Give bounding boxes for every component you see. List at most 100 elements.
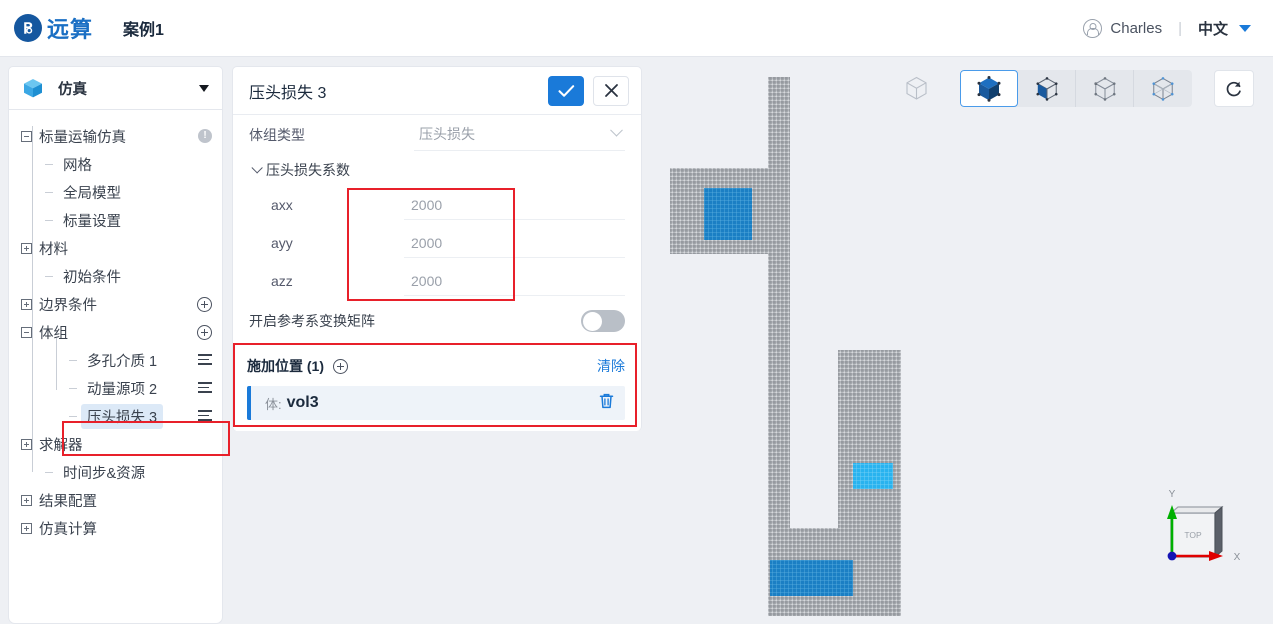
tree-branch-icon[interactable] bbox=[45, 467, 56, 478]
chevron-down-icon[interactable] bbox=[199, 85, 209, 92]
expand-icon[interactable] bbox=[21, 439, 32, 450]
item-menu-icon[interactable] bbox=[198, 410, 212, 422]
panel-form: 体组类型 压头损失 压头损失系数 axx2000ayy2000azz2000 开… bbox=[233, 115, 641, 342]
tree-branch-icon[interactable] bbox=[69, 355, 80, 366]
tree-branch-icon[interactable] bbox=[45, 187, 56, 198]
coefficient-label: azz bbox=[249, 273, 404, 289]
tree-item-label: 全局模型 bbox=[63, 182, 121, 203]
coefficient-group-header[interactable]: 压头损失系数 bbox=[249, 154, 625, 186]
volume-group-type-value: 压头损失 bbox=[419, 124, 475, 144]
3d-viewport[interactable]: TOP Y X bbox=[648, 60, 1273, 616]
volume-group-type-select[interactable]: 压头损失 bbox=[414, 119, 625, 151]
warning-glyph: ! bbox=[198, 129, 212, 143]
reference-frame-toggle[interactable] bbox=[581, 310, 625, 332]
chevron-down-icon[interactable] bbox=[1239, 25, 1251, 32]
gizmo-y-label: Y bbox=[1169, 489, 1176, 500]
tree-branch-icon[interactable] bbox=[45, 159, 56, 170]
tree-item[interactable]: 全局模型 bbox=[9, 178, 222, 206]
reference-frame-switch-label: 开启参考系变换矩阵 bbox=[249, 311, 375, 331]
tree-item-label: 多孔介质 1 bbox=[87, 350, 157, 371]
tree-item[interactable]: 标量设置 bbox=[9, 206, 222, 234]
tree-item[interactable]: 标量运输仿真! bbox=[9, 122, 222, 150]
item-menu-icon[interactable] bbox=[198, 354, 212, 366]
coefficient-label: axx bbox=[249, 197, 404, 213]
tree-item[interactable]: 材料 bbox=[9, 234, 222, 262]
apply-location-section: 施加位置 (1) 清除 体: vol3 bbox=[236, 345, 636, 431]
tree-item[interactable]: 求解器 bbox=[9, 430, 222, 458]
user-avatar-icon[interactable] bbox=[1083, 19, 1102, 38]
tree-item-label: 标量运输仿真 bbox=[39, 126, 126, 147]
tree-item-label: 材料 bbox=[39, 238, 68, 259]
panel-header: 压头损失 3 bbox=[233, 67, 641, 115]
tree-branch-icon[interactable] bbox=[69, 411, 80, 422]
coefficient-row: azz2000 bbox=[249, 262, 625, 300]
tree-item[interactable]: 仿真计算 bbox=[9, 514, 222, 542]
coefficient-row: axx2000 bbox=[249, 186, 625, 224]
volume-group-type-row: 体组类型 压头损失 bbox=[249, 115, 625, 154]
tree-branch-icon[interactable] bbox=[45, 271, 56, 282]
chevron-down-icon bbox=[610, 123, 623, 136]
case-title: 案例1 bbox=[123, 16, 164, 40]
location-item-value: vol3 bbox=[287, 394, 319, 412]
tree-item[interactable]: 多孔介质 1 bbox=[9, 346, 222, 374]
confirm-button[interactable] bbox=[548, 76, 584, 106]
warning-icon[interactable]: ! bbox=[198, 129, 212, 143]
tree-item-label: 求解器 bbox=[39, 434, 83, 455]
tree-item-label: 边界条件 bbox=[39, 294, 97, 315]
app-header: 远算 案例1 Charles | 中文 bbox=[0, 0, 1273, 57]
tree-item[interactable]: 压头损失 3 bbox=[9, 402, 222, 430]
apply-location-title: 施加位置 (1) bbox=[247, 356, 324, 376]
tree-item[interactable]: 网格 bbox=[9, 150, 222, 178]
plus-circle-icon bbox=[197, 325, 212, 340]
sidebar-header[interactable]: 仿真 bbox=[8, 66, 223, 110]
chevron-down-icon bbox=[251, 162, 262, 173]
expand-icon[interactable] bbox=[21, 299, 32, 310]
expand-icon[interactable] bbox=[21, 523, 32, 534]
logo[interactable]: 远算 bbox=[14, 12, 93, 44]
gizmo-x-label: X bbox=[1234, 552, 1241, 563]
header-separator: | bbox=[1178, 20, 1182, 37]
axis-orientation-gizmo[interactable]: TOP Y X bbox=[1145, 485, 1245, 580]
coefficient-input[interactable]: 2000 bbox=[404, 190, 625, 220]
tree-branch-icon[interactable] bbox=[69, 383, 80, 394]
tree-item[interactable]: 体组 bbox=[9, 318, 222, 346]
plus-circle-icon bbox=[197, 297, 212, 312]
tree-item[interactable]: 动量源项 2 bbox=[9, 374, 222, 402]
tree-branch-icon[interactable] bbox=[45, 215, 56, 226]
tree-item-label: 仿真计算 bbox=[39, 518, 97, 539]
delete-location-icon[interactable] bbox=[598, 392, 615, 415]
clear-locations-button[interactable]: 清除 bbox=[597, 356, 625, 376]
list-lines-icon bbox=[198, 410, 212, 422]
expand-icon[interactable] bbox=[21, 243, 32, 254]
close-icon bbox=[604, 83, 619, 98]
check-icon bbox=[558, 84, 575, 98]
tree-item-label: 标量设置 bbox=[63, 210, 121, 231]
tree-item[interactable]: 时间步&资源 bbox=[9, 458, 222, 486]
sidebar-tree: 标量运输仿真!网格全局模型标量设置材料初始条件边界条件体组多孔介质 1动量源项 … bbox=[8, 110, 223, 624]
item-menu-icon[interactable] bbox=[198, 382, 212, 394]
tree-item[interactable]: 结果配置 bbox=[9, 486, 222, 514]
collapse-icon[interactable] bbox=[21, 131, 32, 142]
location-item[interactable]: 体: vol3 bbox=[247, 386, 625, 420]
expand-icon[interactable] bbox=[21, 495, 32, 506]
sidebar-header-label: 仿真 bbox=[58, 78, 87, 99]
add-location-icon[interactable] bbox=[333, 359, 348, 374]
tree-item-label: 体组 bbox=[39, 322, 68, 343]
tree-item-label: 结果配置 bbox=[39, 490, 97, 511]
tree-item[interactable]: 初始条件 bbox=[9, 262, 222, 290]
tree-item[interactable]: 边界条件 bbox=[9, 290, 222, 318]
coefficient-input[interactable]: 2000 bbox=[404, 228, 625, 258]
add-item-icon[interactable] bbox=[197, 325, 212, 340]
collapse-icon[interactable] bbox=[21, 327, 32, 338]
close-button[interactable] bbox=[593, 76, 629, 106]
coefficient-group-label: 压头损失系数 bbox=[266, 160, 350, 180]
location-item-key: 体: bbox=[265, 394, 282, 413]
list-lines-icon bbox=[198, 382, 212, 394]
coefficient-input[interactable]: 2000 bbox=[404, 266, 625, 296]
language-label[interactable]: 中文 bbox=[1198, 18, 1228, 39]
add-item-icon[interactable] bbox=[197, 297, 212, 312]
user-name[interactable]: Charles bbox=[1110, 20, 1162, 37]
panel-title: 压头损失 3 bbox=[249, 79, 326, 103]
coefficient-label: ayy bbox=[249, 235, 404, 251]
simulation-cube-icon bbox=[22, 77, 44, 99]
